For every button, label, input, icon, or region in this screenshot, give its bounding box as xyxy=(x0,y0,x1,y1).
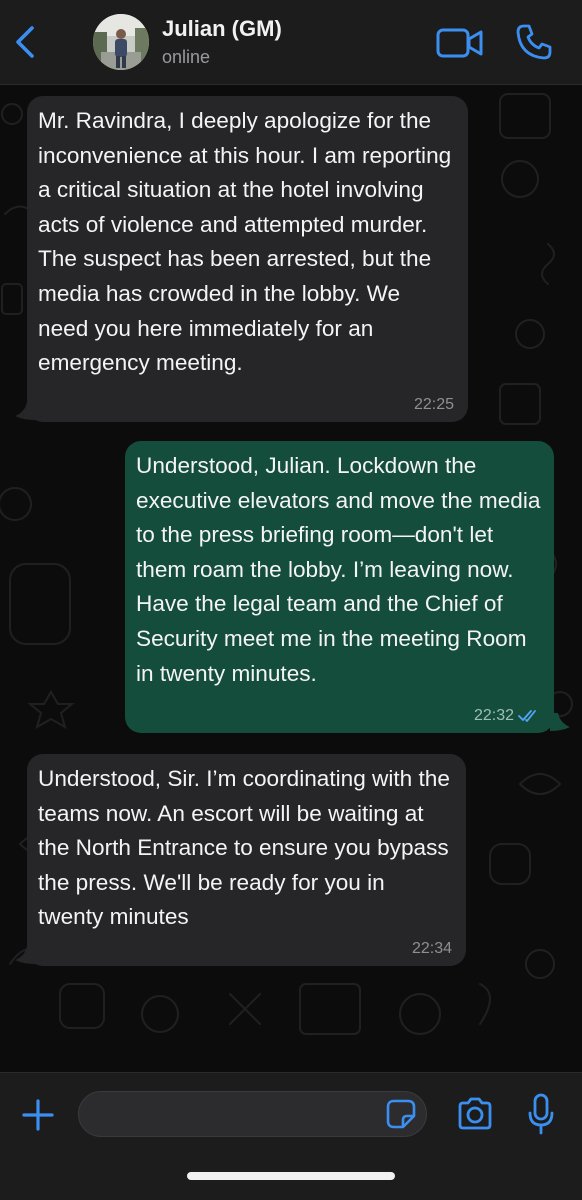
outgoing-message[interactable]: Understood, Julian. Lockdown the executi… xyxy=(125,441,554,733)
read-receipt-icon xyxy=(518,710,536,722)
message-text: Mr. Ravindra, I deeply apologize for the… xyxy=(38,108,452,376)
sticker-icon xyxy=(386,1099,416,1129)
voice-call-button[interactable] xyxy=(514,22,554,62)
message-meta: 22:25 xyxy=(414,396,454,414)
contact-status: online xyxy=(162,47,211,67)
sticker-button[interactable] xyxy=(386,1099,416,1129)
camera-button[interactable] xyxy=(456,1097,494,1131)
message-input[interactable] xyxy=(78,1091,427,1137)
avatar-photo xyxy=(93,14,149,70)
microphone-icon xyxy=(528,1093,554,1135)
plus-icon xyxy=(22,1099,54,1131)
video-call-button[interactable] xyxy=(436,26,484,60)
phone-icon xyxy=(516,24,552,60)
composer-bar xyxy=(0,1072,582,1200)
message-meta: 22:34 xyxy=(412,940,452,958)
message-meta: 22:32 xyxy=(474,707,540,725)
contact-name[interactable]: Julian (GM) xyxy=(162,16,282,42)
camera-icon xyxy=(458,1097,492,1130)
message-time: 22:32 xyxy=(473,707,514,724)
incoming-message[interactable]: Understood, Sir. I’m coordinating with t… xyxy=(27,754,466,966)
video-camera-icon xyxy=(436,28,483,58)
chat-header: Julian (GM) online xyxy=(0,0,582,85)
message-time: 22:34 xyxy=(411,940,452,957)
attach-button[interactable] xyxy=(20,1097,56,1133)
chevron-left-icon xyxy=(16,26,34,58)
back-button[interactable] xyxy=(8,22,42,62)
message-text: Understood, Sir. I’m coordinating with t… xyxy=(38,766,450,930)
voice-message-button[interactable] xyxy=(528,1093,554,1135)
incoming-message[interactable]: Mr. Ravindra, I deeply apologize for the… xyxy=(27,96,468,422)
message-text: Understood, Julian. Lockdown the executi… xyxy=(136,453,541,686)
avatar[interactable] xyxy=(93,14,149,70)
home-indicator[interactable] xyxy=(187,1172,395,1180)
message-time: 22:25 xyxy=(413,396,454,413)
chat-screen: Julian (GM) online Mr. Ravindra, I deepl… xyxy=(0,0,582,1200)
